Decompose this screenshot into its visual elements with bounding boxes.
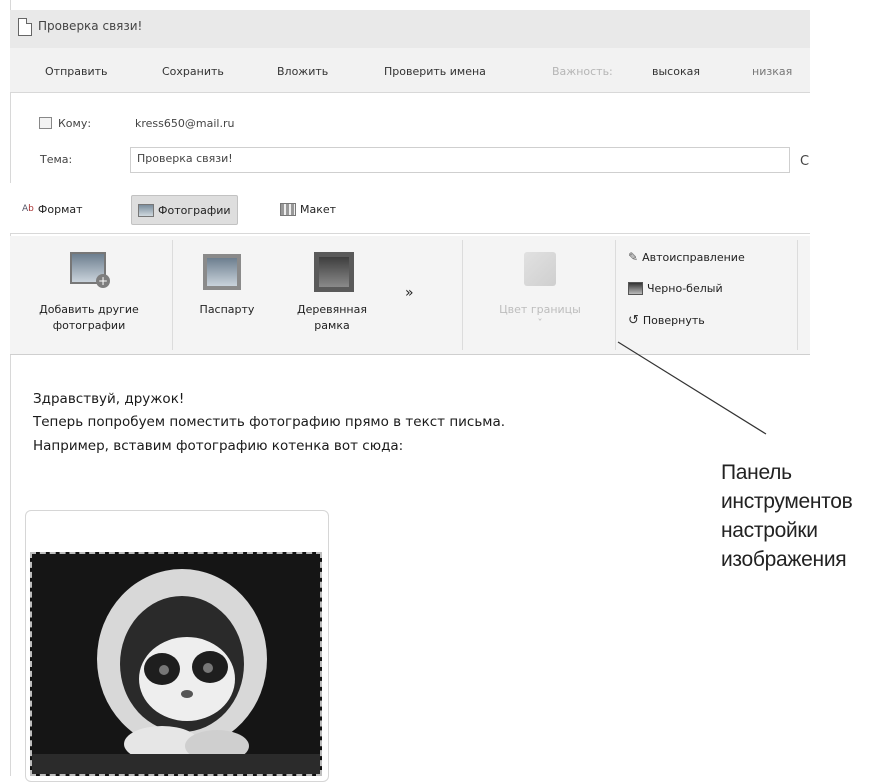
wand-icon: ✎ (628, 250, 639, 264)
send-button[interactable]: Отправить (45, 65, 108, 78)
importance-low-button[interactable]: низкая (752, 65, 792, 78)
callout-line-4: изображения (721, 548, 847, 571)
to-label: Кому: (58, 117, 92, 130)
importance-label: Важность: (552, 65, 613, 78)
border-color-button[interactable]: Цвет границы ˇ (482, 248, 602, 348)
callout-line (617, 341, 767, 435)
formatting-tabs (10, 183, 810, 234)
black-white-label: Черно-белый (647, 282, 723, 295)
tab-photos-label: Фотографии (158, 203, 231, 217)
wooden-frame-icon (314, 252, 354, 292)
add-photos-button[interactable]: + Добавить другие фотографии (20, 248, 170, 348)
subject-field[interactable]: Проверка связи! (130, 147, 790, 173)
callout-line-2: инструментов (721, 490, 853, 513)
callout-line-1: Панель (721, 461, 792, 484)
kitten-photo[interactable] (30, 552, 322, 776)
clipped-button-letter[interactable]: С (800, 154, 809, 169)
save-button[interactable]: Сохранить (162, 65, 224, 78)
tab-photos[interactable]: Фотографии (131, 195, 238, 225)
plus-icon: + (96, 274, 110, 288)
autocorrect-label: Автоисправление (642, 250, 745, 264)
body-line-3: Например, вставим фотографию котенка вот… (33, 438, 404, 454)
window-title: Проверка связи! (38, 19, 143, 33)
document-icon (18, 18, 32, 36)
autocorrect-button[interactable]: ✎ Автоисправление (628, 250, 745, 264)
format-icon: Ab (22, 204, 34, 214)
rotate-icon: ↺ (628, 313, 639, 328)
black-white-icon (628, 282, 643, 295)
attach-button[interactable]: Вложить (277, 65, 328, 78)
tab-format-label: Формат (37, 202, 83, 216)
to-field[interactable]: kress650@mail.ru (128, 112, 810, 136)
subject-label: Тема: (40, 153, 73, 166)
photos-icon (138, 203, 154, 217)
body-line-2: Теперь попробуем поместить фотографию пр… (33, 414, 506, 430)
add-photos-label-2: фотографии (52, 319, 126, 332)
add-photos-label-1: Добавить другие (39, 303, 139, 316)
border-color-dropdown: ˇ (537, 317, 543, 330)
paint-brush-icon (524, 252, 556, 286)
wooden-frame-label-2: рамка (314, 319, 350, 332)
importance-high-button[interactable]: высокая (652, 65, 700, 78)
callout-line-3: настройки (721, 519, 818, 542)
subject-value: Проверка связи! (137, 152, 233, 165)
to-value: kress650@mail.ru (135, 117, 235, 130)
rotate-label: Повернуть (642, 314, 705, 327)
kitten-image (32, 554, 320, 774)
passepartout-label: Паспарту (199, 303, 255, 316)
more-styles-button[interactable]: » (405, 285, 414, 301)
passepartout-button[interactable]: Паспарту (183, 248, 273, 348)
ribbon-separator (462, 240, 463, 350)
layout-icon (280, 202, 296, 216)
tab-layout[interactable]: Макет (280, 200, 336, 218)
check-names-button[interactable]: Проверить имена (384, 65, 486, 78)
passepartout-icon (203, 254, 241, 290)
black-white-button[interactable]: Черно-белый (628, 282, 723, 295)
tab-layout-label: Макет (300, 202, 337, 216)
wooden-frame-label-1: Деревянная (297, 303, 367, 316)
body-line-1: Здравствуй, дружок! (33, 391, 185, 407)
address-book-icon[interactable] (39, 117, 52, 129)
callout-pointer (617, 341, 767, 435)
tab-format[interactable]: Ab Формат (22, 200, 83, 218)
ribbon-separator (172, 240, 173, 350)
rotate-button[interactable]: ↺ Повернуть (628, 313, 705, 328)
wooden-frame-button[interactable]: Деревянная рамка (282, 248, 392, 348)
